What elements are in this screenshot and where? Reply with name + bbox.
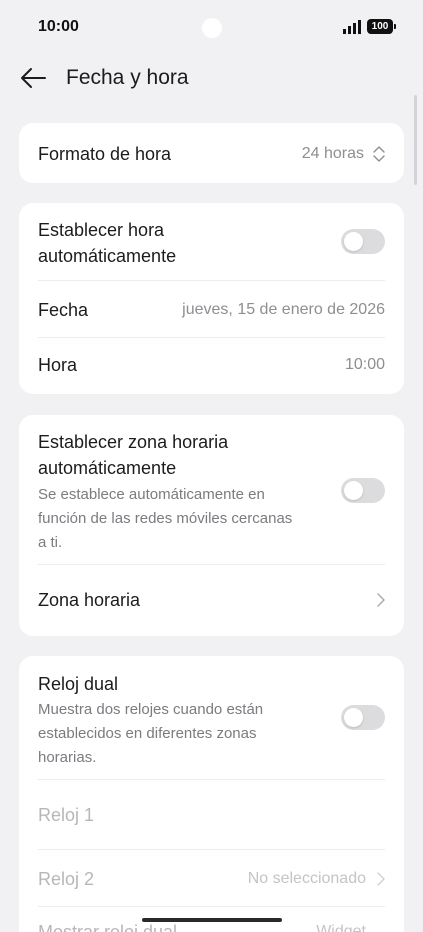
clock1-label: Reloj 1: [38, 805, 95, 825]
time-value: 10:00: [344, 356, 385, 373]
date-row[interactable]: Fecha jueves, 15 de enero de 2026: [19, 281, 404, 337]
signal-icon: [343, 20, 361, 34]
time-row[interactable]: Hora 10:00: [19, 338, 404, 394]
dual-clock-card: Reloj dual Muestra dos relojes cuando es…: [19, 656, 404, 932]
camera-cutout: [202, 18, 222, 38]
date-value: jueves, 15 de enero de 2026: [182, 301, 385, 318]
time-format-row[interactable]: Formato de hora 24 horas: [19, 123, 404, 183]
dual-clock-desc-line3: horarias.: [38, 749, 97, 766]
dual-clock-desc-line2: establecidos en diferentes zonas: [38, 725, 257, 742]
time-format-card: Formato de hora 24 horas: [19, 123, 404, 183]
auto-timezone-label-line1: Establecer zona horaria: [38, 432, 229, 452]
home-indicator[interactable]: [142, 918, 282, 922]
auto-timezone-desc-line3: a ti.: [38, 534, 63, 551]
scrollbar[interactable]: [414, 95, 417, 185]
date-time-card: Establecer hora automáticamente Fecha ju…: [19, 203, 404, 394]
timezone-label: Zona horaria: [38, 590, 141, 610]
auto-time-label-line2: automáticamente: [38, 246, 177, 266]
arrow-left-icon: [21, 68, 46, 88]
back-button[interactable]: [14, 62, 52, 94]
auto-timezone-desc-line2: función de las redes móviles cercanas: [38, 510, 293, 527]
toggle-knob: [344, 232, 363, 251]
chevron-right-icon: [377, 593, 385, 607]
auto-time-label-line1: Establecer hora: [38, 220, 165, 240]
auto-time-row[interactable]: Establecer hora automáticamente: [19, 203, 404, 280]
clock2-label: Reloj 2: [38, 869, 95, 889]
updown-chevron-icon: [373, 146, 385, 162]
toggle-knob: [344, 481, 363, 500]
timezone-row[interactable]: Zona horaria: [19, 565, 404, 636]
time-label: Hora: [38, 355, 78, 375]
toggle-knob: [344, 708, 363, 727]
clock2-value: No seleccionado: [247, 870, 366, 887]
auto-time-toggle[interactable]: [341, 229, 385, 254]
auto-timezone-desc-line1: Se establece automáticamente en: [38, 486, 265, 503]
battery-icon: 100: [367, 19, 396, 34]
show-dual-clock-value: Widget: [316, 923, 366, 932]
time-format-value: 24 horas: [301, 145, 364, 162]
auto-timezone-row[interactable]: Establecer zona horaria automáticamente …: [19, 415, 404, 564]
clock1-row[interactable]: Reloj 1: [19, 780, 404, 849]
status-time: 10:00: [38, 18, 79, 35]
chevron-right-icon: [377, 872, 385, 886]
dual-clock-desc-line1: Muestra dos relojes cuando están: [38, 701, 264, 718]
timezone-card: Establecer zona horaria automáticamente …: [19, 415, 404, 636]
auto-timezone-toggle[interactable]: [341, 478, 385, 503]
time-format-label: Formato de hora: [38, 144, 172, 164]
dual-clock-row[interactable]: Reloj dual Muestra dos relojes cuando es…: [19, 656, 404, 779]
auto-timezone-label-line2: automáticamente: [38, 458, 177, 478]
date-label: Fecha: [38, 300, 89, 320]
status-bar: 10:00 100: [0, 0, 423, 56]
header: Fecha y hora: [0, 56, 423, 104]
dual-clock-toggle[interactable]: [341, 705, 385, 730]
clock2-row[interactable]: Reloj 2 No seleccionado: [19, 850, 404, 906]
page-title: Fecha y hora: [66, 66, 189, 89]
dual-clock-label: Reloj dual: [38, 674, 119, 694]
